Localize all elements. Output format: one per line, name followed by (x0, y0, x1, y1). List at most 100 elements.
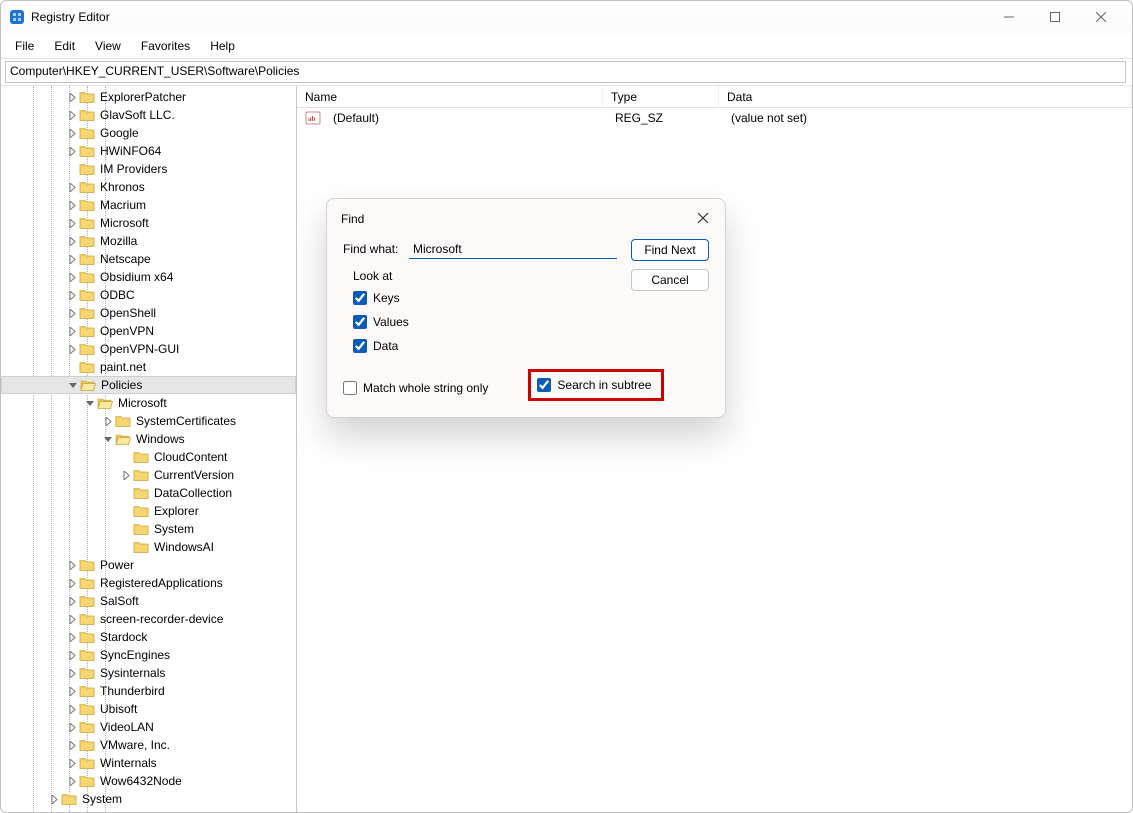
maximize-button[interactable] (1032, 1, 1078, 33)
col-data[interactable]: Data (719, 86, 1132, 108)
chevron-right-icon[interactable] (47, 795, 61, 804)
menu-edit[interactable]: Edit (44, 35, 85, 57)
chevron-right-icon[interactable] (65, 741, 79, 750)
chevron-right-icon[interactable] (65, 723, 79, 732)
chevron-right-icon[interactable] (65, 579, 79, 588)
tree-item[interactable]: DataCollection (1, 484, 296, 502)
tree-item[interactable]: System (1, 520, 296, 538)
chevron-right-icon[interactable] (65, 561, 79, 570)
tree-item[interactable]: Microsoft (1, 394, 296, 412)
tree-item[interactable]: ODBC (1, 286, 296, 304)
chevron-right-icon[interactable] (65, 237, 79, 246)
tree-item[interactable]: Khronos (1, 178, 296, 196)
chevron-right-icon[interactable] (65, 705, 79, 714)
tree-item[interactable]: CloudContent (1, 448, 296, 466)
tree-item[interactable]: HWiNFO64 (1, 142, 296, 160)
tree-item[interactable]: OpenVPN (1, 322, 296, 340)
tree-item[interactable]: Obsidium x64 (1, 268, 296, 286)
tree-item[interactable]: Netscape (1, 250, 296, 268)
tree-item[interactable]: OpenVPN-GUI (1, 340, 296, 358)
tree-item[interactable]: Wow6432Node (1, 772, 296, 790)
tree-item[interactable]: Policies (1, 376, 296, 394)
tree-item[interactable]: Mozilla (1, 232, 296, 250)
chevron-down-icon[interactable] (66, 381, 80, 390)
chevron-right-icon[interactable] (65, 129, 79, 138)
tree-item[interactable]: SyncEngines (1, 646, 296, 664)
chevron-right-icon[interactable] (65, 345, 79, 354)
menu-help[interactable]: Help (200, 35, 245, 57)
menu-view[interactable]: View (85, 35, 131, 57)
tree-item[interactable]: SystemCertificates (1, 412, 296, 430)
chevron-down-icon[interactable] (83, 399, 97, 408)
checkbox-match-whole[interactable] (343, 381, 357, 395)
tree-item[interactable]: RegisteredApplications (1, 574, 296, 592)
tree-item[interactable]: paint.net (1, 358, 296, 376)
chevron-right-icon[interactable] (65, 327, 79, 336)
chevron-right-icon[interactable] (65, 597, 79, 606)
tree-item[interactable]: IM Providers (1, 160, 296, 178)
col-type[interactable]: Type (603, 86, 719, 108)
dialog-titlebar[interactable]: Find (327, 199, 725, 239)
chevron-right-icon[interactable] (65, 633, 79, 642)
tree-item-label: RegisteredApplications (99, 574, 223, 592)
chevron-right-icon[interactable] (65, 183, 79, 192)
chevron-right-icon[interactable] (65, 651, 79, 660)
tree-item[interactable]: Windows (1, 430, 296, 448)
menu-favorites[interactable]: Favorites (131, 35, 200, 57)
tree-item[interactable]: System (1, 790, 296, 808)
tree-item[interactable]: Microsoft (1, 214, 296, 232)
tree-item[interactable]: Uninstall (1, 808, 296, 812)
chevron-right-icon[interactable] (65, 93, 79, 102)
chevron-right-icon[interactable] (65, 669, 79, 678)
tree-item[interactable]: Macrium (1, 196, 296, 214)
menu-file[interactable]: File (5, 35, 44, 57)
value-row[interactable]: (Default) REG_SZ (value not set) (297, 108, 1132, 128)
chevron-right-icon[interactable] (65, 273, 79, 282)
chevron-right-icon[interactable] (65, 687, 79, 696)
tree-item[interactable]: ExplorerPatcher (1, 88, 296, 106)
chevron-right-icon[interactable] (65, 147, 79, 156)
tree-item[interactable]: Google (1, 124, 296, 142)
chevron-right-icon[interactable] (101, 417, 115, 426)
tree-item[interactable]: Winternals (1, 754, 296, 772)
tree-item[interactable]: Stardock (1, 628, 296, 646)
address-bar[interactable]: Computer\HKEY_CURRENT_USER\Software\Poli… (5, 61, 1126, 83)
tree-item[interactable]: VideoLAN (1, 718, 296, 736)
tree-item[interactable]: Sysinternals (1, 664, 296, 682)
chevron-right-icon[interactable] (65, 615, 79, 624)
chevron-right-icon[interactable] (65, 219, 79, 228)
tree-pane[interactable]: ExplorerPatcherGlavSoft LLC.GoogleHWiNFO… (1, 86, 297, 812)
col-name[interactable]: Name (297, 86, 603, 108)
tree-item[interactable]: Power (1, 556, 296, 574)
tree-item[interactable]: CurrentVersion (1, 466, 296, 484)
find-what-input[interactable] (409, 239, 617, 259)
close-button[interactable] (1078, 1, 1124, 33)
tree-item[interactable]: Ubisoft (1, 700, 296, 718)
cancel-button[interactable]: Cancel (631, 269, 709, 291)
chevron-right-icon[interactable] (65, 291, 79, 300)
tree-item[interactable]: Explorer (1, 502, 296, 520)
tree-item[interactable]: SalSoft (1, 592, 296, 610)
dialog-close-icon[interactable] (697, 212, 711, 226)
chevron-right-icon[interactable] (65, 255, 79, 264)
checkbox-data[interactable] (353, 339, 367, 353)
chevron-right-icon[interactable] (119, 471, 133, 480)
tree-item[interactable]: GlavSoft LLC. (1, 106, 296, 124)
checkbox-keys[interactable] (353, 291, 367, 305)
value-list-pane[interactable]: Name Type Data (Default) REG_SZ (value n… (297, 86, 1132, 812)
chevron-right-icon[interactable] (65, 759, 79, 768)
tree-item[interactable]: VMware, Inc. (1, 736, 296, 754)
tree-item[interactable]: screen-recorder-device (1, 610, 296, 628)
minimize-button[interactable] (986, 1, 1032, 33)
tree-item[interactable]: Thunderbird (1, 682, 296, 700)
tree-item[interactable]: OpenShell (1, 304, 296, 322)
chevron-right-icon[interactable] (65, 111, 79, 120)
chevron-down-icon[interactable] (101, 435, 115, 444)
checkbox-search-subtree[interactable] (537, 378, 551, 392)
chevron-right-icon[interactable] (65, 201, 79, 210)
tree-item[interactable]: WindowsAI (1, 538, 296, 556)
chevron-right-icon[interactable] (65, 777, 79, 786)
find-next-button[interactable]: Find Next (631, 239, 709, 261)
checkbox-values[interactable] (353, 315, 367, 329)
chevron-right-icon[interactable] (65, 309, 79, 318)
